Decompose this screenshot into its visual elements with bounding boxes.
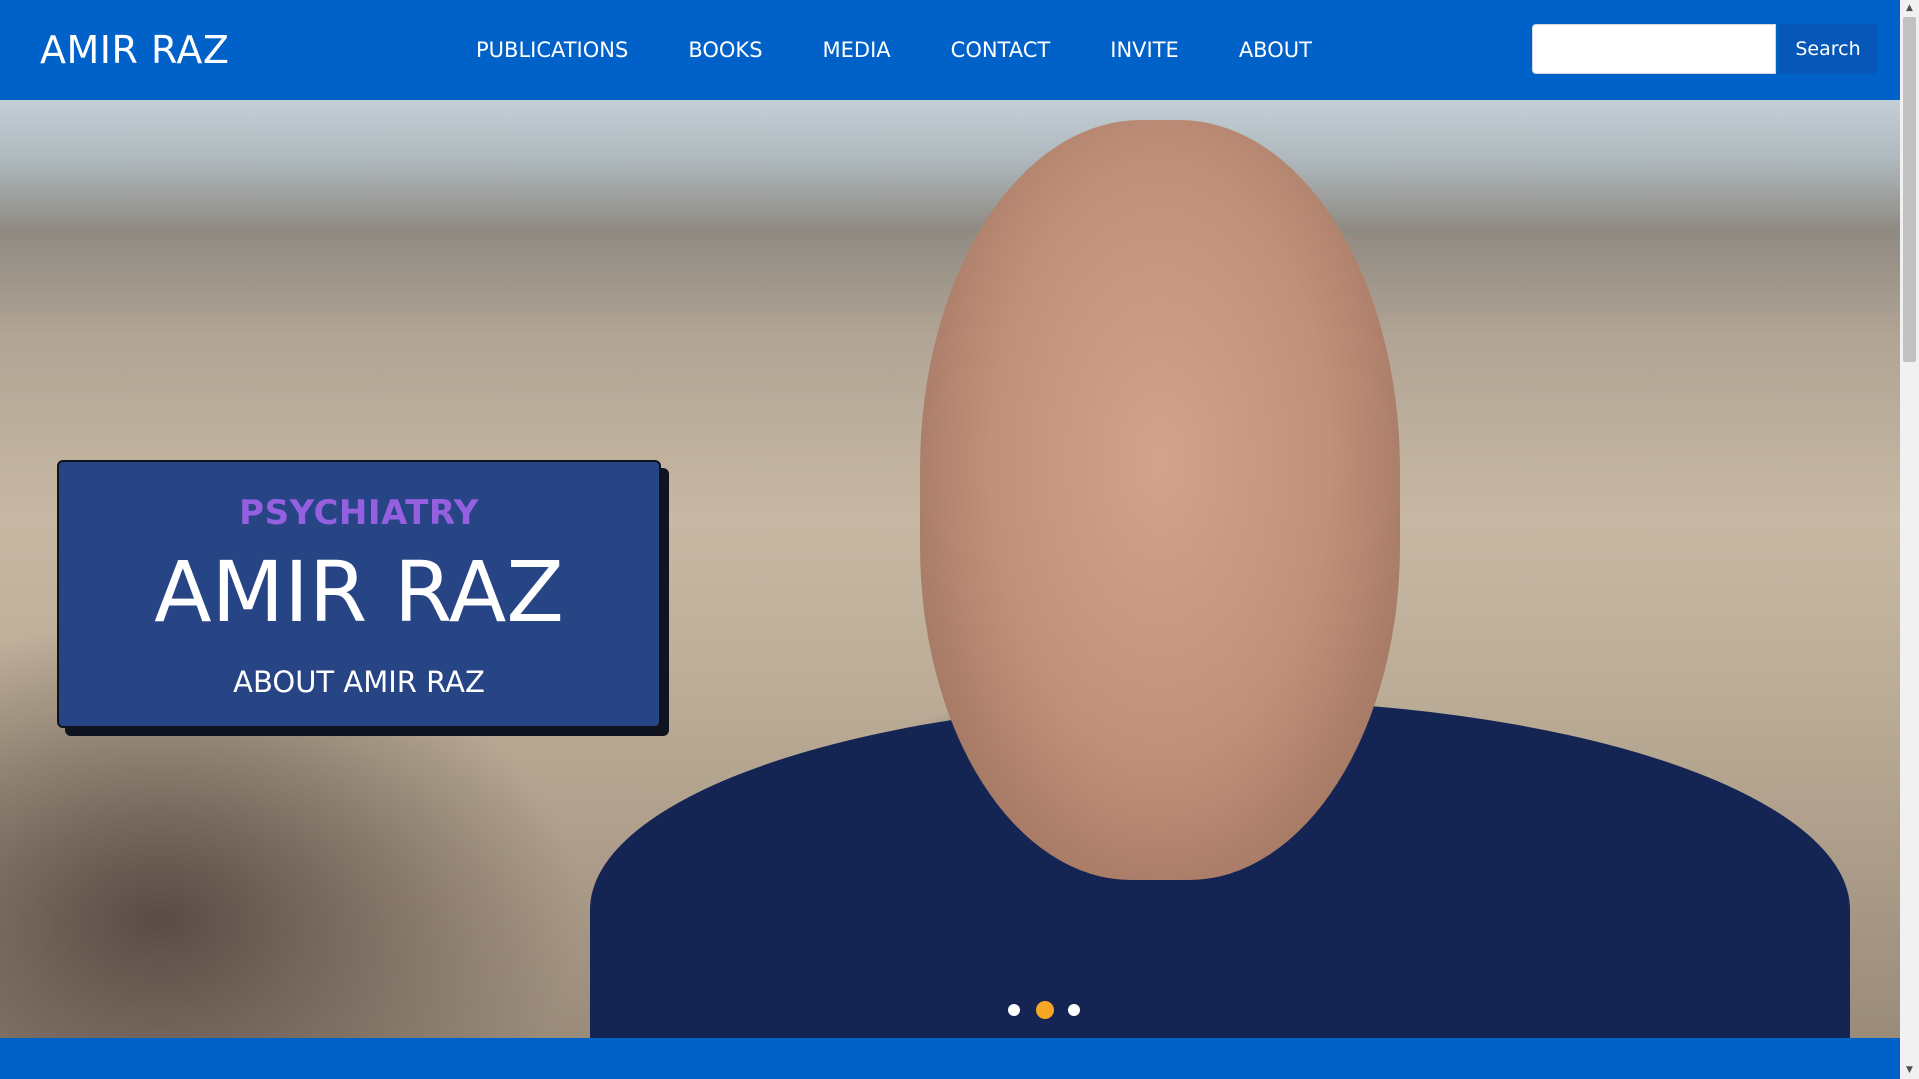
main-nav: PUBLICATIONS BOOKS MEDIA CONTACT INVITE …	[476, 30, 1372, 70]
nav-invite[interactable]: INVITE	[1110, 30, 1179, 70]
carousel-dot-3[interactable]	[1068, 1004, 1080, 1016]
scroll-down-icon[interactable]: ▼	[1900, 1062, 1919, 1079]
hero-title: AMIR RAZ	[154, 543, 564, 641]
hero-photo-portrait	[920, 120, 1400, 880]
nav-publications[interactable]: PUBLICATIONS	[476, 30, 628, 70]
search-button[interactable]: Search	[1778, 24, 1878, 74]
carousel-dot-1[interactable]	[1008, 1004, 1020, 1016]
carousel-dot-2[interactable]	[1036, 1001, 1054, 1019]
search-input[interactable]	[1532, 24, 1776, 74]
about-link[interactable]: ABOUT AMIR RAZ	[233, 664, 485, 700]
footer-band	[0, 1038, 1900, 1079]
carousel-indicators	[1008, 1001, 1096, 1019]
nav-contact[interactable]: CONTACT	[951, 30, 1051, 70]
site-header: AMIR RAZ PUBLICATIONS BOOKS MEDIA CONTAC…	[0, 0, 1900, 100]
hero-banner: PSYCHIATRY AMIR RAZ ABOUT AMIR RAZ ↓	[0, 100, 1900, 1038]
scroll-up-icon[interactable]: ▲	[1900, 0, 1919, 17]
page-scrollbar[interactable]: ▲ ▼	[1900, 0, 1919, 1079]
nav-about[interactable]: ABOUT	[1239, 30, 1312, 70]
site-logo[interactable]: AMIR RAZ	[40, 22, 229, 78]
hero-kicker: PSYCHIATRY	[239, 493, 479, 533]
hero-card: PSYCHIATRY AMIR RAZ ABOUT AMIR RAZ	[57, 460, 661, 728]
nav-books[interactable]: BOOKS	[688, 30, 762, 70]
scrollbar-thumb[interactable]	[1903, 17, 1916, 362]
nav-media[interactable]: MEDIA	[823, 30, 891, 70]
